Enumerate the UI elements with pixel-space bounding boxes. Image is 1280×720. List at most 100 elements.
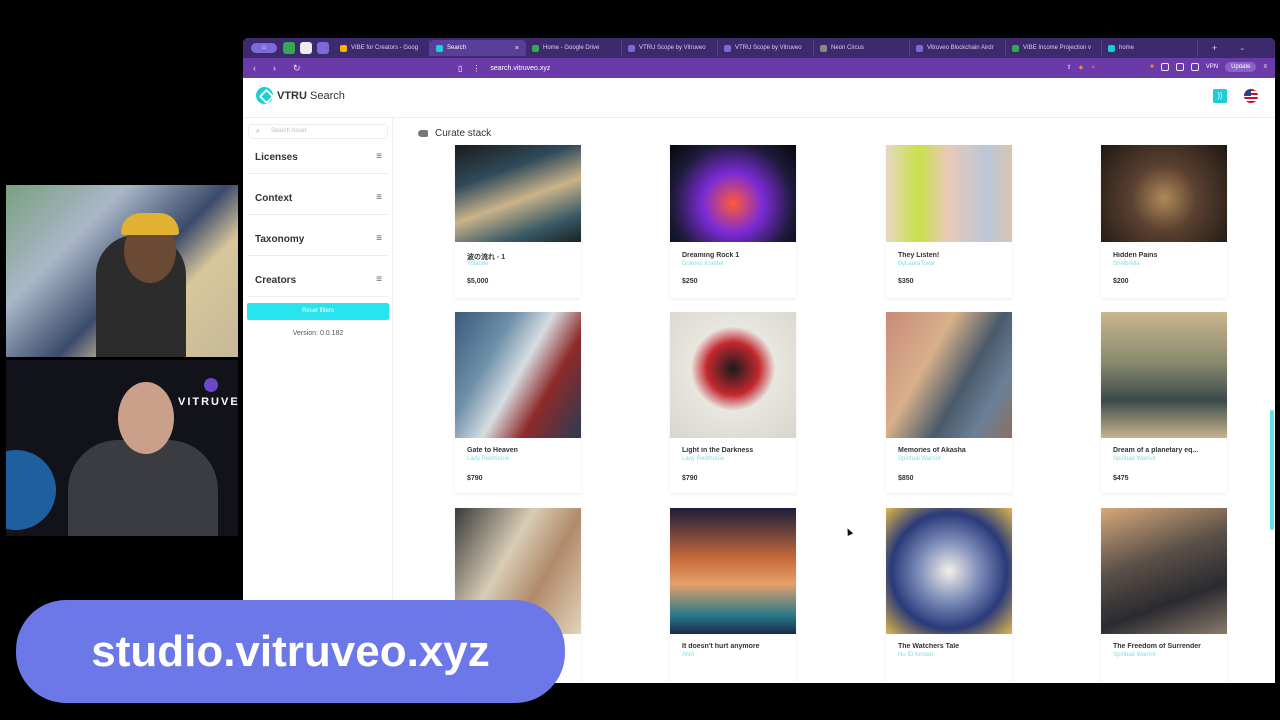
webcam-feed-host — [6, 185, 238, 357]
browser-tab[interactable]: Home - Google Drive — [526, 40, 622, 56]
asset-card[interactable]: They Listen! ByLauraTovar $350 — [886, 145, 1012, 298]
tab-favicon-icon — [724, 44, 731, 52]
artwork-image[interactable] — [886, 312, 1012, 438]
tab-favicon-icon — [1012, 44, 1019, 52]
asset-card[interactable]: Memories of Akasha Spiritual Warrior $850 — [886, 312, 1012, 493]
screen: VITRUVE ⌂ VIBE for Creators - Goog Search… — [0, 0, 1280, 720]
pinned-tab-app[interactable] — [317, 42, 329, 54]
asset-price: $790 — [467, 475, 483, 482]
asset-title: Memories of Akasha — [898, 447, 966, 454]
wallet-icon[interactable] — [1190, 63, 1199, 71]
artwork-image[interactable] — [670, 508, 796, 634]
asset-price: $250 — [682, 278, 698, 285]
new-tab-icon[interactable]: + — [1212, 43, 1217, 53]
tab-label: VIBE for Creators - Goog — [351, 45, 419, 51]
tab-favicon-icon — [532, 44, 539, 52]
brave-shield-icon[interactable]: ◆ — [1079, 64, 1084, 71]
site-info-icon[interactable]: ⋮ — [472, 64, 480, 73]
pinned-tab-chatgpt[interactable] — [300, 42, 312, 54]
brave-rewards-icon[interactable]: ▲ — [1090, 64, 1096, 70]
pinned-tab-sheets[interactable] — [283, 42, 295, 54]
creator-link[interactable]: Dolores Krantel — [682, 261, 723, 267]
tab-favicon-icon — [628, 44, 635, 52]
creator-link[interactable]: ANA — [682, 652, 694, 658]
menu-icon[interactable]: ≡ — [1263, 64, 1267, 70]
close-tab-icon[interactable]: × — [515, 45, 519, 52]
asset-title: The Watchers Tale — [898, 643, 960, 650]
share-icon[interactable]: ⇧ — [1067, 64, 1072, 71]
browser-tab[interactable]: VIBE Income Projection v — [1006, 40, 1102, 56]
extensions-icon[interactable] — [1160, 63, 1169, 71]
browser-tab[interactable]: home — [1102, 40, 1198, 56]
creator-link[interactable]: ByLauraTovar — [898, 261, 935, 267]
tab-favicon-icon — [820, 44, 827, 52]
toolbar-actions: ⇧ ◆ ▲ ■ VPN Update ≡ — [1067, 62, 1267, 72]
asset-card[interactable]: Gate to Heaven Lady Redmonie $790 — [455, 312, 581, 493]
asset-title: Gate to Heaven — [467, 447, 518, 454]
artwork-image[interactable] — [455, 312, 581, 438]
tab-bar: ⌂ VIBE for Creators - Goog Search × Home - … — [243, 38, 1275, 58]
vpn-button[interactable]: VPN — [1206, 64, 1218, 70]
tab-label: Vitruveo Blockchain Airdr — [927, 45, 994, 51]
asset-card[interactable]: The Freedom of Surrender Spiritual Warrio… — [1101, 508, 1227, 683]
asset-card[interactable]: Light in the Darkness Lady Redmonie $790 — [670, 312, 796, 493]
bookmark-icon[interactable]: ▯ — [458, 64, 462, 73]
extension-icon[interactable]: ■ — [1150, 64, 1154, 70]
asset-card[interactable]: Dreaming Rock 1 Dolores Krantel $250 — [670, 145, 796, 298]
browser-tab[interactable]: VTRU Scope by Vitruveo — [718, 40, 814, 56]
creator-link[interactable]: Spiritual Warrior — [1113, 652, 1156, 658]
artwork-image[interactable] — [670, 312, 796, 438]
browser-tab[interactable]: VIBE for Creators - Goog — [334, 40, 430, 56]
sidebar-toggle-icon[interactable] — [1175, 63, 1184, 71]
browser-tab[interactable]: Neon Circus — [814, 40, 910, 56]
creator-link[interactable]: Spiritual Warrior — [1113, 456, 1156, 462]
banner-text: studio.vitruveo.xyz — [91, 627, 490, 676]
tab-label: VIBE Income Projection v — [1023, 45, 1092, 51]
asset-price: $5,000 — [467, 278, 489, 285]
artwork-image[interactable] — [455, 145, 581, 242]
host-cap — [121, 213, 179, 235]
asset-card[interactable]: The Watchers Tale No ID Known — [886, 508, 1012, 683]
creator-link[interactable]: Yolande — [467, 261, 488, 267]
asset-card[interactable]: It doesn't hurt anymore ANA — [670, 508, 796, 683]
url-text: search.vitruveo.xyz — [490, 64, 551, 72]
asset-price: $850 — [898, 475, 914, 482]
asset-card[interactable]: Hidden Pains Shelbrella $200 — [1101, 145, 1227, 298]
creator-link[interactable]: No ID Known — [898, 652, 933, 658]
browser-tab[interactable]: Search × — [430, 40, 526, 56]
tab-favicon-icon — [436, 44, 443, 52]
artwork-image[interactable] — [670, 145, 796, 242]
asset-title: Dreaming Rock 1 — [682, 252, 740, 259]
asset-card[interactable]: Dream of a planetary eq... Spiritual Warr… — [1101, 312, 1227, 493]
update-button[interactable]: Update — [1225, 62, 1257, 72]
page-scrollbar[interactable] — [1270, 410, 1274, 530]
artwork-image[interactable] — [886, 145, 1012, 242]
reload-icon[interactable]: ↻ — [293, 63, 303, 74]
background-shape — [6, 450, 56, 530]
guest-face — [118, 382, 174, 454]
browser-tab[interactable]: VTRU Scope by Vitruveo — [622, 40, 718, 56]
tab-search-icon[interactable]: ⌄ — [1239, 44, 1245, 52]
url-bar[interactable]: ▯ ⋮ search.vitruveo.xyz — [458, 61, 1018, 75]
url-banner: studio.vitruveo.xyz — [16, 600, 565, 703]
artwork-image[interactable] — [1101, 508, 1227, 634]
creator-link[interactable]: Shelbrella — [1113, 261, 1140, 267]
workspace-button[interactable]: ⌂ — [251, 43, 277, 53]
artwork-image[interactable] — [886, 508, 1012, 634]
asset-title: It doesn't hurt anymore — [682, 643, 760, 650]
asset-title: The Freedom of Surrender — [1113, 643, 1201, 650]
tab-label: Neon Circus — [831, 45, 865, 51]
forward-icon[interactable]: › — [273, 63, 283, 73]
asset-title: They Listen! — [898, 252, 940, 259]
artwork-image[interactable] — [1101, 312, 1227, 438]
creator-link[interactable]: Lady Redmonie — [682, 456, 724, 462]
asset-price: $350 — [898, 278, 914, 285]
back-icon[interactable]: ‹ — [253, 63, 263, 73]
artwork-image[interactable] — [1101, 145, 1227, 242]
creator-link[interactable]: Spiritual Warrior — [898, 456, 941, 462]
creator-link[interactable]: Lady Redmonie — [467, 456, 509, 462]
tab-favicon-icon — [916, 44, 923, 52]
asset-price: $200 — [1113, 278, 1129, 285]
browser-tab[interactable]: Vitruveo Blockchain Airdr — [910, 40, 1006, 56]
asset-card[interactable]: 波の流れ - 1 Yolande $5,000 — [455, 145, 581, 298]
